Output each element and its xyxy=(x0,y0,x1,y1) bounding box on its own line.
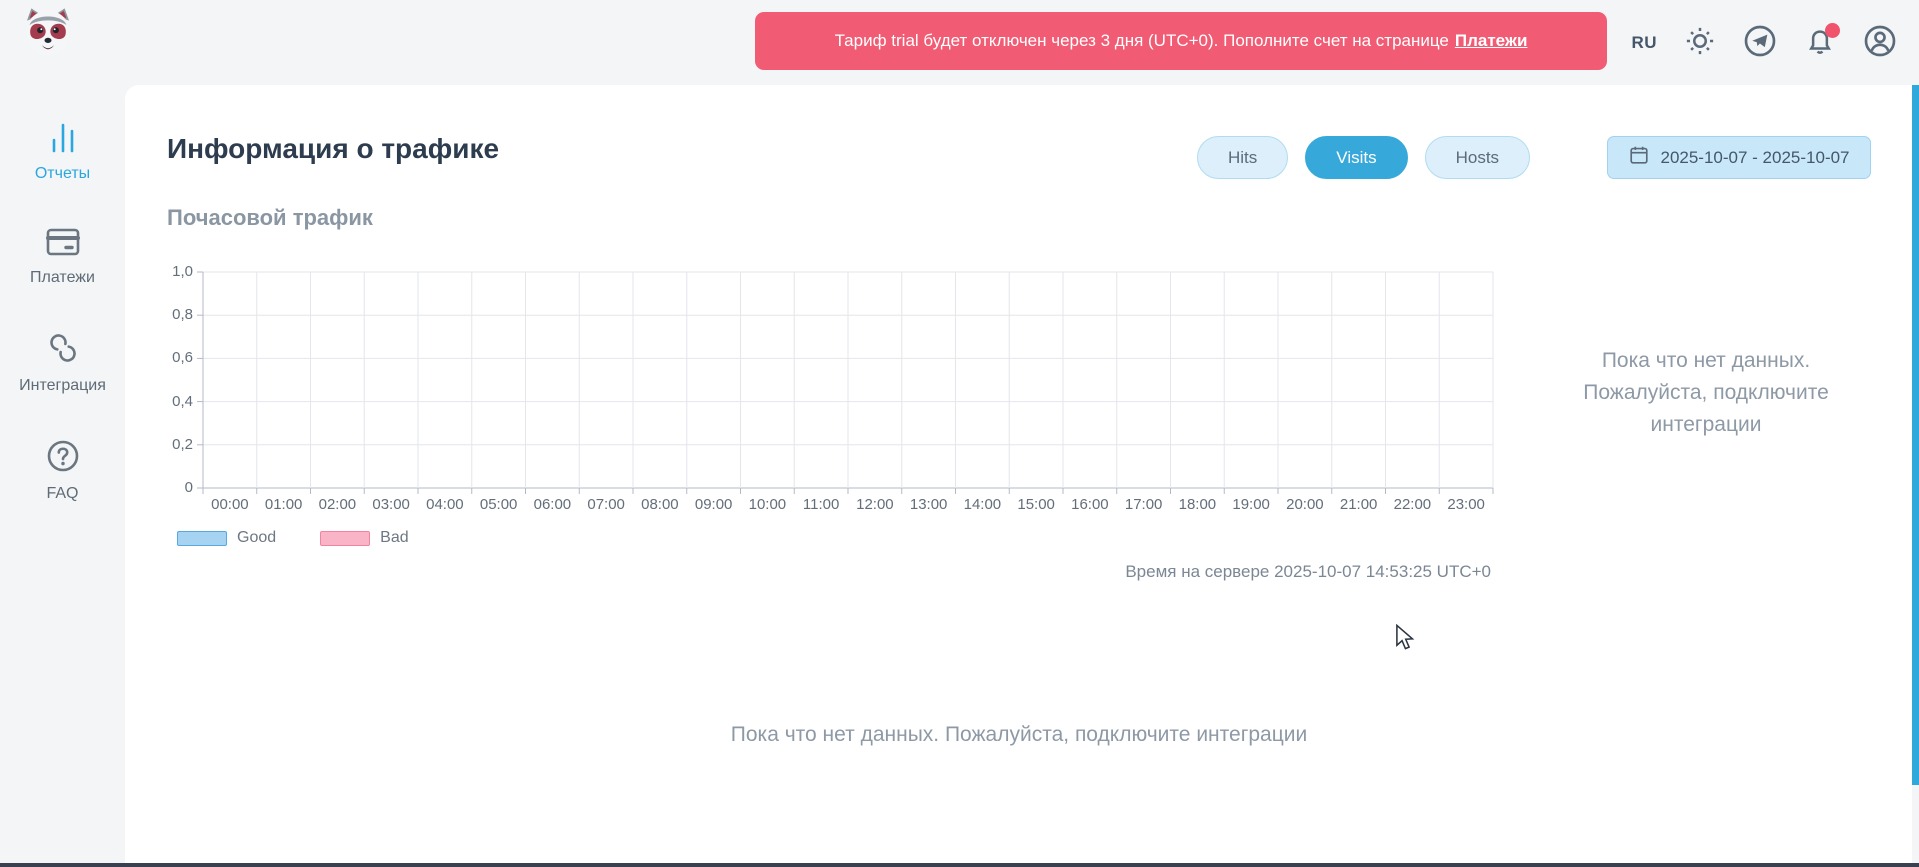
section-title: Почасовой трафик xyxy=(167,205,373,231)
top-bar: Тариф trial будет отключен через 3 дня (… xyxy=(0,0,1919,85)
x-tick-label: 21:00 xyxy=(1340,496,1378,513)
legend-swatch-good xyxy=(177,531,227,546)
y-tick-label: 0,6 xyxy=(163,349,193,366)
y-tick-label: 0,2 xyxy=(163,436,193,453)
x-axis-labels: 00:00 01:00 02:00 03:00 04:00 05:00 06:00 07:00… xyxy=(203,496,1493,516)
x-tick-label: 06:00 xyxy=(534,496,572,513)
x-tick-label: 04:00 xyxy=(426,496,464,513)
y-tick-label: 0 xyxy=(163,479,193,496)
x-tick-label: 17:00 xyxy=(1125,496,1163,513)
tab-hits[interactable]: Hits xyxy=(1197,136,1288,179)
telegram-icon xyxy=(1744,25,1776,60)
y-tick-label: 1,0 xyxy=(163,263,193,280)
banner-text: Тариф trial будет отключен через 3 дня (… xyxy=(835,31,1449,51)
sidebar-item-label: Интеграция xyxy=(19,377,106,395)
bottom-edge-strip xyxy=(0,863,1919,867)
page-title: Информация о трафике xyxy=(167,133,499,165)
x-tick-label: 22:00 xyxy=(1394,496,1432,513)
language-selector[interactable]: RU xyxy=(1631,33,1657,53)
x-tick-label: 00:00 xyxy=(211,496,249,513)
banner-payments-link[interactable]: Платежи xyxy=(1455,31,1528,51)
trial-warning-banner: Тариф trial будет отключен через 3 дня (… xyxy=(755,12,1607,70)
legend-swatch-bad xyxy=(320,531,370,546)
chart-legend: Good Bad xyxy=(177,529,453,547)
sidebar: Отчеты Платежи Интеграция xyxy=(0,85,125,867)
x-tick-label: 16:00 xyxy=(1071,496,1109,513)
sidebar-item-label: FAQ xyxy=(46,485,78,503)
question-circle-icon xyxy=(46,439,80,478)
chart-plot-area xyxy=(195,271,1501,501)
tab-visits[interactable]: Visits xyxy=(1305,136,1407,179)
x-tick-label: 18:00 xyxy=(1179,496,1217,513)
user-icon xyxy=(1864,25,1896,60)
theme-toggle-button[interactable] xyxy=(1683,26,1717,60)
empty-state-bottom: Пока что нет данных. Пожалуйста, подключ… xyxy=(419,723,1619,747)
x-tick-label: 15:00 xyxy=(1017,496,1055,513)
main-content: Информация о трафике Hits Visits Hosts 2… xyxy=(125,85,1912,867)
tab-hosts[interactable]: Hosts xyxy=(1425,136,1530,179)
app-logo[interactable] xyxy=(20,6,76,58)
date-range-picker[interactable]: 2025-10-07 - 2025-10-07 xyxy=(1607,136,1871,179)
x-tick-label: 14:00 xyxy=(964,496,1002,513)
sidebar-item-reports[interactable]: Отчеты xyxy=(0,109,125,195)
x-tick-label: 02:00 xyxy=(319,496,357,513)
bar-chart-icon xyxy=(46,123,80,158)
y-tick-label: 0,4 xyxy=(163,393,193,410)
x-tick-label: 09:00 xyxy=(695,496,733,513)
link-icon xyxy=(46,331,80,370)
sun-icon xyxy=(1685,26,1715,59)
x-tick-label: 10:00 xyxy=(749,496,787,513)
x-tick-label: 23:00 xyxy=(1447,496,1485,513)
notifications-button[interactable] xyxy=(1803,26,1837,60)
x-tick-label: 13:00 xyxy=(910,496,948,513)
notification-badge xyxy=(1825,23,1840,38)
x-tick-label: 12:00 xyxy=(856,496,894,513)
sidebar-item-label: Отчеты xyxy=(35,165,90,183)
y-tick-label: 0,8 xyxy=(163,306,193,323)
server-time: Время на сервере 2025-10-07 14:53:25 UTC… xyxy=(1125,562,1491,582)
sidebar-item-integration[interactable]: Интеграция xyxy=(0,317,125,407)
x-tick-label: 11:00 xyxy=(803,496,839,513)
header-actions: RU xyxy=(1631,0,1897,85)
calendar-icon xyxy=(1628,144,1650,171)
hourly-traffic-chart: 1,00,80,60,40,20 00:0001:0002:0003:0004:… xyxy=(163,271,1503,521)
y-axis-labels: 1,00,80,60,40,20 xyxy=(163,271,193,487)
date-range-value: 2025-10-07 - 2025-10-07 xyxy=(1660,148,1849,168)
x-tick-label: 07:00 xyxy=(587,496,625,513)
telegram-button[interactable] xyxy=(1743,26,1777,60)
raccoon-logo-icon xyxy=(20,6,76,58)
x-tick-label: 20:00 xyxy=(1286,496,1324,513)
empty-state-side: Пока что нет данных. Пожалуйста, подключ… xyxy=(1570,345,1842,441)
sidebar-item-label: Платежи xyxy=(30,269,95,287)
x-tick-label: 03:00 xyxy=(372,496,410,513)
legend-label-bad: Bad xyxy=(380,529,408,547)
x-tick-label: 05:00 xyxy=(480,496,518,513)
sidebar-item-payments[interactable]: Платежи xyxy=(0,213,125,299)
metric-tabs: Hits Visits Hosts xyxy=(1197,136,1530,179)
x-tick-label: 01:00 xyxy=(265,496,303,513)
x-tick-label: 19:00 xyxy=(1232,496,1270,513)
credit-card-icon xyxy=(45,227,81,262)
scrollbar-thumb[interactable] xyxy=(1912,85,1919,785)
sidebar-item-faq[interactable]: FAQ xyxy=(0,425,125,515)
legend-label-good: Good xyxy=(237,529,276,547)
x-tick-label: 08:00 xyxy=(641,496,679,513)
profile-button[interactable] xyxy=(1863,26,1897,60)
